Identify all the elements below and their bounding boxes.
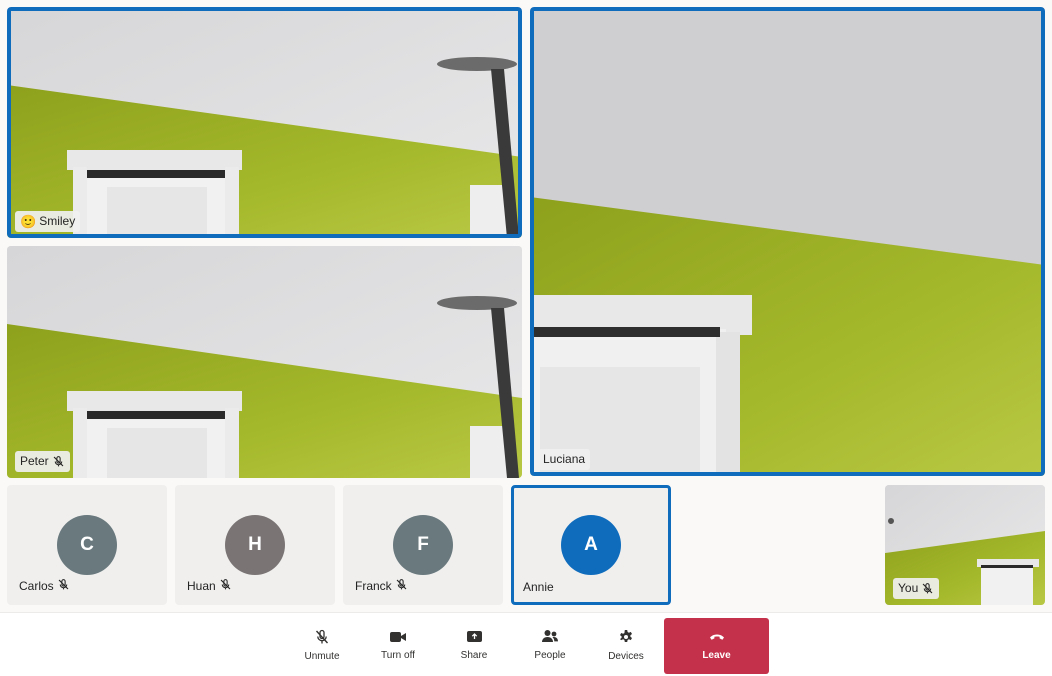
unmute-button[interactable]: Unmute — [290, 619, 354, 671]
share-screen-icon — [466, 630, 483, 644]
people-button[interactable]: People — [518, 619, 582, 671]
unmute-label: Unmute — [304, 650, 340, 662]
avatar: F — [393, 515, 453, 575]
video-camera-icon — [389, 630, 407, 644]
participant-name: Huan — [187, 579, 216, 593]
share-label: Share — [460, 649, 488, 661]
avatar: A — [561, 515, 621, 575]
participant-tile-huan[interactable]: H Huan — [175, 485, 335, 605]
avatar-initial: A — [584, 534, 598, 555]
participant-nametag: Annie — [523, 580, 554, 594]
avatar: C — [57, 515, 117, 575]
participant-tile-carlos[interactable]: C Carlos — [7, 485, 167, 605]
self-preview-tile[interactable]: You — [885, 485, 1045, 605]
video-feed — [7, 246, 522, 478]
video-tile-luciana[interactable]: Luciana — [530, 7, 1045, 476]
video-tile-smiley[interactable]: 🙂 Smiley — [7, 7, 522, 238]
participant-nametag: Franck — [355, 578, 408, 594]
participant-nametag: Huan — [187, 578, 232, 594]
participant-name: Peter — [20, 454, 49, 468]
participant-name: Carlos — [19, 579, 54, 593]
participant-nametag: 🙂 Smiley — [15, 211, 81, 232]
participant-tile-annie[interactable]: A Annie — [511, 485, 671, 605]
leave-call-button[interactable]: Leave — [664, 618, 769, 674]
devices-button[interactable]: Devices — [594, 619, 658, 671]
participant-name: Franck — [355, 579, 392, 593]
participant-nametag: You — [893, 578, 940, 599]
devices-label: Devices — [608, 650, 644, 662]
participant-nametag: Carlos — [19, 578, 70, 594]
avatar-initial: H — [248, 534, 262, 555]
camera-toggle-button[interactable]: Turn off — [366, 619, 430, 671]
participant-name: Luciana — [543, 452, 586, 466]
hang-up-icon — [709, 632, 725, 644]
video-tile-peter[interactable]: Peter — [7, 246, 522, 478]
avatar-initial: F — [417, 534, 429, 555]
call-control-bar: Unmute Turn off Share People Devices Lea… — [0, 612, 1052, 676]
mic-off-icon — [52, 455, 65, 468]
gear-icon — [618, 629, 634, 645]
camera-label: Turn off — [381, 649, 415, 661]
mic-off-icon — [57, 578, 70, 594]
share-button[interactable]: Share — [442, 619, 506, 671]
smiley-emoji-icon: 🙂 — [20, 214, 37, 229]
participant-nametag: Peter — [15, 451, 70, 472]
people-icon — [541, 629, 559, 644]
participant-nametag: Luciana — [538, 449, 591, 470]
participant-tile-franck[interactable]: F Franck — [343, 485, 503, 605]
participant-name: Annie — [523, 580, 554, 594]
video-feed — [7, 7, 522, 238]
mic-off-icon — [395, 578, 408, 594]
leave-label: Leave — [702, 649, 731, 661]
avatar-initial: C — [80, 534, 94, 555]
mic-off-icon — [921, 582, 934, 595]
participant-name: You — [898, 581, 919, 595]
participant-name: Smiley — [39, 214, 76, 228]
avatar: H — [225, 515, 285, 575]
mic-off-icon — [314, 629, 330, 645]
video-feed — [530, 7, 1045, 476]
people-label: People — [534, 650, 566, 661]
mic-off-icon — [219, 578, 232, 594]
